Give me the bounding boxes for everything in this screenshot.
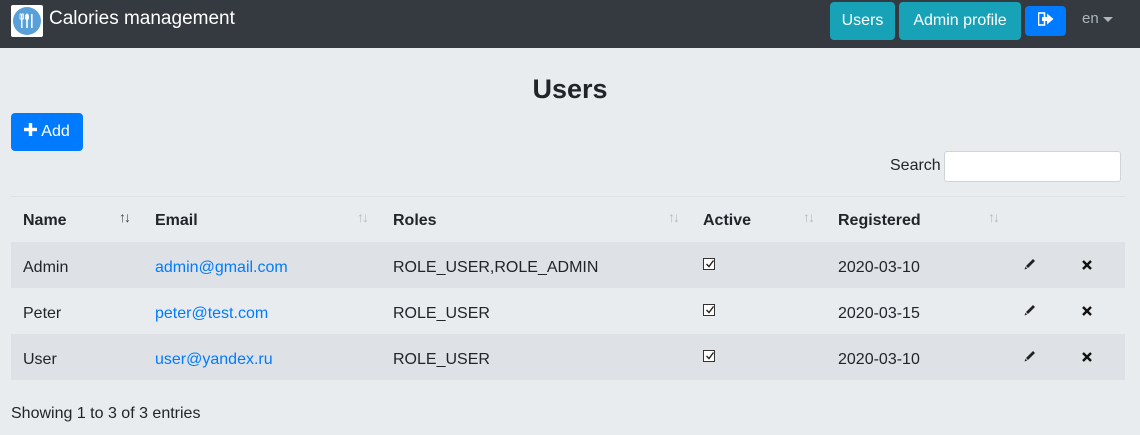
table-body: Admin admin@gmail.com ROLE_USER,ROLE_ADM… — [11, 242, 1125, 380]
add-label: Add — [41, 123, 70, 140]
close-icon[interactable] — [1081, 258, 1093, 276]
cell-roles: ROLE_USER — [393, 305, 490, 322]
column-header-registered[interactable]: Registered — [838, 212, 921, 230]
cell-name: Admin — [23, 259, 69, 276]
pencil-icon[interactable] — [1023, 349, 1037, 368]
table-header: Name ↑↓ Email ↑↓ Roles ↑↓ Active ↑↓ Regi… — [11, 196, 1125, 242]
table-row: User user@yandex.ru ROLE_USER 2020-03-10 — [11, 334, 1125, 380]
cell-registered: 2020-03-10 — [838, 259, 920, 276]
cell-email-link[interactable]: user@yandex.ru — [155, 351, 273, 369]
sign-out-icon — [1037, 11, 1054, 31]
column-header-email[interactable]: Email — [155, 212, 198, 230]
search-input[interactable] — [944, 151, 1121, 182]
cell-email-link[interactable]: admin@gmail.com — [155, 259, 288, 277]
admin-profile-button[interactable]: Admin profile — [899, 2, 1021, 40]
pencil-icon[interactable] — [1023, 303, 1037, 322]
add-user-button[interactable]: Add — [11, 113, 83, 151]
caret-down-icon — [1102, 16, 1113, 22]
navbar: Calories management Users Admin profile … — [0, 0, 1140, 48]
cell-roles: ROLE_USER — [393, 351, 490, 368]
active-checkbox[interactable] — [703, 258, 715, 270]
column-header-active[interactable]: Active — [703, 212, 751, 230]
logout-button[interactable] — [1025, 6, 1066, 36]
cell-name: Peter — [23, 305, 62, 322]
close-icon[interactable] — [1081, 350, 1093, 368]
language-label: en — [1082, 10, 1099, 27]
sort-icon[interactable]: ↑↓ — [988, 209, 1000, 225]
page-title: Users — [532, 74, 608, 104]
column-header-name[interactable]: Name — [23, 212, 67, 230]
sort-icon[interactable]: ↑↓ — [803, 209, 815, 225]
table-row: Admin admin@gmail.com ROLE_USER,ROLE_ADM… — [11, 242, 1125, 288]
active-checkbox[interactable] — [703, 304, 715, 316]
cell-registered: 2020-03-15 — [838, 305, 920, 322]
sort-icon[interactable]: ↑↓ — [357, 209, 369, 225]
cell-email-link[interactable]: peter@test.com — [155, 305, 268, 323]
table-info: Showing 1 to 3 of 3 entries — [11, 405, 201, 422]
search-label: Search — [890, 157, 941, 174]
plus-icon — [24, 120, 38, 142]
users-table: Name ↑↓ Email ↑↓ Roles ↑↓ Active ↑↓ Regi… — [11, 196, 1125, 380]
active-checkbox[interactable] — [703, 350, 715, 362]
sort-asc-icon[interactable]: ↑↓ — [119, 209, 131, 225]
brand[interactable]: Calories management — [11, 5, 235, 37]
cell-name: User — [23, 351, 57, 368]
language-dropdown[interactable]: en — [1082, 10, 1113, 27]
app-logo-icon — [11, 5, 43, 37]
cell-registered: 2020-03-10 — [838, 351, 920, 368]
users-nav-button[interactable]: Users — [830, 2, 895, 40]
column-header-roles[interactable]: Roles — [393, 212, 437, 230]
sort-icon[interactable]: ↑↓ — [668, 209, 680, 225]
table-row: Peter peter@test.com ROLE_USER 2020-03-1… — [11, 288, 1125, 334]
brand-title: Calories management — [49, 8, 235, 29]
pencil-icon[interactable] — [1023, 257, 1037, 276]
cell-roles: ROLE_USER,ROLE_ADMIN — [393, 259, 599, 276]
close-icon[interactable] — [1081, 304, 1093, 322]
